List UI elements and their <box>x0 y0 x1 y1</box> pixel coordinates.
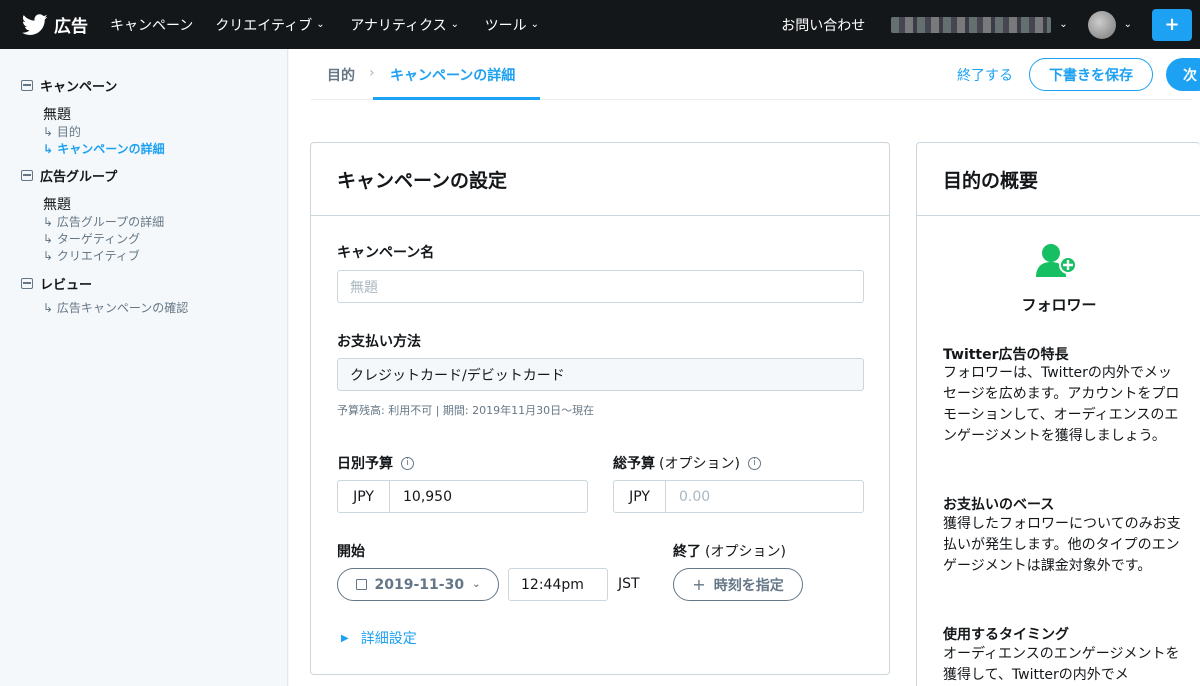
sidebar-section-label: 広告グループ <box>40 170 118 185</box>
summary-heading: Twitter広告の特長 <box>943 347 1069 363</box>
info-icon[interactable]: i <box>401 456 414 470</box>
sidebar-title: 無題 <box>43 197 71 213</box>
sidebar: キャンペーン 無題 ↳ 目的 ↳ キャンペーンの詳細 広告グループ 無題 ↳ 広… <box>0 49 288 686</box>
summary-heading: お支払いのベース <box>943 497 1055 513</box>
account-name-redacted[interactable] <box>891 16 1052 33</box>
contact-link[interactable]: お問い合わせ <box>781 15 865 35</box>
daily-budget-input[interactable]: JPY 10,950 <box>337 480 588 513</box>
end-label-text: 終了 <box>673 544 701 560</box>
chevron-down-icon[interactable]: ⌄ <box>1059 19 1067 30</box>
card-title: キャンペーンの設定 <box>311 143 889 216</box>
sidebar-item-creatives[interactable]: ↳ クリエイティブ <box>43 247 140 264</box>
summary-body: オーディエンスのエンゲージメントを獲得して、Twitterの内外でメ <box>943 646 1180 683</box>
step-objective[interactable]: 目的 <box>327 65 355 85</box>
user-add-icon <box>1036 244 1077 277</box>
summary-body: フォロワーは、Twitterの内外でメッセージを広めます。アカウントをプロモーシ… <box>943 365 1180 444</box>
plus-icon: + <box>692 575 706 594</box>
brand[interactable]: 広告 <box>22 12 88 37</box>
summary-body: 獲得したフォロワーについてのみお支払いが発生します。他のタイプのエンゲージメント… <box>943 516 1181 574</box>
end-link[interactable]: 終了する <box>957 65 1013 85</box>
set-end-time-label: 時刻を指定 <box>713 577 784 594</box>
top-navigation: 広告 キャンペーン クリエイティブ ⌄ アナリティクス ⌄ ツール ⌄ お問い合… <box>0 0 1200 49</box>
nav-analytics[interactable]: アナリティクス ⌄ <box>350 15 462 35</box>
next-button[interactable]: 次 <box>1166 58 1200 91</box>
start-date-value: 2019-11-30 <box>374 576 465 593</box>
set-end-time-button[interactable]: + 時刻を指定 <box>673 568 803 601</box>
objective-summary-card: 目的の概要 フォロワー Twitter広告の特長 フォロワーは、Twitterの… <box>916 142 1200 686</box>
list-icon <box>21 170 33 181</box>
nav-creatives-label: クリエイティブ <box>215 17 313 34</box>
sidebar-item-review-campaign[interactable]: ↳ 広告キャンペーンの確認 <box>43 299 188 316</box>
sidebar-section-campaign[interactable]: キャンペーン <box>21 76 117 95</box>
start-time-input[interactable]: 12:44pm <box>508 568 608 601</box>
daily-budget-label-text: 日別予算 <box>337 456 393 472</box>
advanced-settings-toggle[interactable]: ▶ 詳細設定 <box>341 628 417 648</box>
sidebar-title: 無題 <box>43 107 71 123</box>
optional-tag: (オプション) <box>705 544 786 560</box>
sidebar-item-targeting[interactable]: ↳ ターゲティング <box>43 230 140 247</box>
chevron-down-icon: ⌄ <box>316 19 325 30</box>
nav-campaigns-label: キャンペーン <box>110 17 194 34</box>
summary-heading: 使用するタイミング <box>943 627 1069 643</box>
caret-right-icon: ▶ <box>341 632 349 644</box>
summary-title: 目的の概要 <box>917 143 1200 216</box>
nav-campaigns[interactable]: キャンペーン <box>110 15 193 35</box>
start-label-text: 開始 <box>337 544 365 560</box>
sidebar-section-label: レビュー <box>40 278 93 293</box>
avatar[interactable] <box>1087 10 1116 39</box>
total-budget-value[interactable]: 0.00 <box>666 481 710 512</box>
campaign-name-input[interactable]: 無題 <box>337 270 864 303</box>
currency-label: JPY <box>338 481 390 512</box>
optional-tag: (オプション) <box>659 456 740 472</box>
total-budget-label-text: 総予算 <box>613 456 655 472</box>
step-campaign-details[interactable]: キャンペーンの詳細 <box>390 65 515 85</box>
daily-budget-label: 日別予算 i <box>337 453 414 473</box>
chevron-down-icon[interactable]: ⌄ <box>1124 19 1132 30</box>
info-icon[interactable]: i <box>747 456 761 470</box>
nav-right: お問い合わせ ⌄ ⌄ + <box>781 0 1200 49</box>
list-icon <box>21 278 33 289</box>
sidebar-item-campaign-details[interactable]: ↳ キャンペーンの詳細 <box>43 140 165 157</box>
payment-method-label-text: お支払い方法 <box>337 334 421 350</box>
start-label: 開始 <box>337 541 365 561</box>
chevron-down-icon: ⌄ <box>450 19 460 30</box>
compose-icon[interactable]: + <box>1152 8 1192 41</box>
nav-creatives[interactable]: クリエイティブ ⌄ <box>215 15 328 35</box>
chevron-down-icon: ⌄ <box>530 19 540 30</box>
chevron-right-icon: › <box>369 65 375 81</box>
sidebar-item-objective[interactable]: ↳ 目的 <box>43 123 81 140</box>
calendar-icon <box>355 579 367 590</box>
sidebar-section-review[interactable]: レビュー <box>21 274 92 293</box>
list-icon <box>21 80 33 91</box>
timezone-label: JST <box>618 576 640 592</box>
chevron-down-icon: ⌄ <box>472 579 481 590</box>
payment-hint: 予算残高: 利用不可 | 期間: 2019年11月30日〜現在 <box>337 404 595 417</box>
nav-tools-label: ツール <box>484 17 527 34</box>
currency-label: JPY <box>614 481 666 512</box>
nav-tools[interactable]: ツール ⌄ <box>485 15 543 35</box>
start-date-picker[interactable]: 2019-11-30 ⌄ <box>337 568 499 601</box>
payment-method-label: お支払い方法 <box>337 331 421 351</box>
advanced-settings-label: 詳細設定 <box>360 631 417 647</box>
nav-analytics-label: アナリティクス <box>350 17 447 34</box>
total-budget-label: 総予算 (オプション) i <box>613 453 761 473</box>
campaign-settings-card: キャンペーンの設定 キャンペーン名 無題 お支払い方法 クレジットカード/デビッ… <box>310 142 890 675</box>
sidebar-item-ad-group-details[interactable]: ↳ 広告グループの詳細 <box>43 213 164 230</box>
active-step-indicator <box>373 97 540 100</box>
total-budget-input[interactable]: JPY 0.00 <box>613 480 864 513</box>
sidebar-section-ad-group[interactable]: 広告グループ <box>21 166 117 185</box>
brand-label: 広告 <box>54 17 88 37</box>
daily-budget-value[interactable]: 10,950 <box>390 481 452 512</box>
twitter-bird-icon <box>22 13 48 35</box>
sidebar-section-label: キャンペーン <box>40 80 118 95</box>
payment-method-select[interactable]: クレジットカード/デビットカード <box>337 358 864 391</box>
objective-name: フォロワー <box>1021 296 1097 314</box>
save-draft-button[interactable]: 下書きを保存 <box>1029 58 1153 91</box>
main-content: 目的 › キャンペーンの詳細 終了する 下書きを保存 次 キャンペーンの設定 キ… <box>289 49 1200 686</box>
campaign-name-label: キャンペーン名 <box>337 242 434 262</box>
end-label: 終了 (オプション) <box>673 541 786 561</box>
campaign-name-label-text: キャンペーン名 <box>337 245 435 261</box>
step-breadcrumb: 目的 › キャンペーンの詳細 終了する 下書きを保存 次 <box>311 49 1200 100</box>
